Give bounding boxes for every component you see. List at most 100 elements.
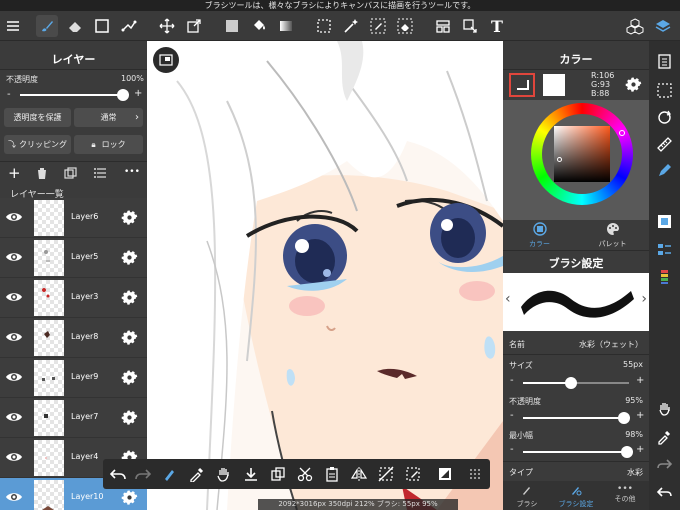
- layer-row[interactable]: Layer5: [0, 238, 147, 278]
- color-settings-gear-icon[interactable]: [625, 76, 642, 93]
- layer-row[interactable]: Layer3: [0, 278, 147, 318]
- layer-row[interactable]: Layer9: [0, 358, 147, 398]
- magic-wand-icon[interactable]: [340, 15, 362, 37]
- add-layer-icon[interactable]: +: [8, 164, 21, 182]
- menu-icon[interactable]: [2, 15, 24, 37]
- main-color-swatch[interactable]: [509, 73, 535, 97]
- size-minus-button[interactable]: -: [510, 375, 514, 386]
- visibility-eye-icon[interactable]: [5, 490, 23, 504]
- selection-grid-icon[interactable]: [654, 80, 675, 101]
- visibility-eye-icon[interactable]: [5, 410, 23, 424]
- brush-size-knob[interactable]: [564, 377, 577, 389]
- select-tool-icon[interactable]: [313, 15, 335, 37]
- tab-color[interactable]: カラー: [503, 220, 576, 248]
- layer-settings-gear-icon[interactable]: [121, 289, 138, 306]
- layer-opacity-slider[interactable]: [20, 94, 123, 96]
- more-grid-icon[interactable]: [465, 464, 485, 484]
- frame-divider-icon[interactable]: [432, 15, 454, 37]
- brush-type-value[interactable]: 水彩: [627, 467, 643, 478]
- deselect-icon[interactable]: [376, 464, 396, 484]
- eyedropper-icon[interactable]: [187, 464, 207, 484]
- layer-settings-gear-icon[interactable]: [121, 249, 138, 266]
- fill-color-icon[interactable]: [221, 15, 243, 37]
- redo-side-icon[interactable]: [654, 453, 675, 474]
- visibility-eye-icon[interactable]: [5, 290, 23, 304]
- delete-layer-icon[interactable]: [36, 167, 48, 180]
- visibility-eye-icon[interactable]: [5, 330, 23, 344]
- opacity-plus-button[interactable]: +: [636, 410, 644, 421]
- layer-settings-gear-icon[interactable]: [121, 369, 138, 386]
- layer-row[interactable]: Layer7: [0, 398, 147, 438]
- visibility-eye-icon[interactable]: [5, 370, 23, 384]
- opacity-minus-button[interactable]: -: [7, 89, 11, 100]
- gradient-tool-icon[interactable]: [275, 15, 297, 37]
- layer-opacity-knob[interactable]: [117, 89, 129, 101]
- visibility-eye-icon[interactable]: [5, 450, 23, 464]
- visibility-eye-icon[interactable]: [5, 210, 23, 224]
- min-width-minus-button[interactable]: -: [510, 444, 514, 455]
- color-picker-area[interactable]: [503, 100, 649, 220]
- layer-order-icon[interactable]: [654, 239, 675, 260]
- cut-icon[interactable]: [295, 464, 315, 484]
- layer-row[interactable]: Layer8: [0, 318, 147, 358]
- brush-opacity-knob[interactable]: [617, 412, 630, 424]
- drawing-canvas[interactable]: [147, 41, 503, 510]
- shape-tool-icon[interactable]: [118, 15, 140, 37]
- brush-stabilizer-icon[interactable]: [160, 464, 180, 484]
- tab-brush-settings[interactable]: ブラシ設定: [551, 481, 601, 510]
- brush-min-width-knob[interactable]: [620, 446, 633, 458]
- opacity-plus-button[interactable]: +: [134, 88, 142, 99]
- paste-icon[interactable]: [322, 464, 342, 484]
- brush-tool-icon[interactable]: [36, 15, 58, 37]
- move-tool-icon[interactable]: [156, 15, 178, 37]
- eraser-tool-icon[interactable]: [64, 15, 86, 37]
- rotate-icon[interactable]: [654, 107, 675, 128]
- chevron-left-icon[interactable]: ‹: [505, 291, 511, 307]
- layer-settings-gear-icon[interactable]: [121, 329, 138, 346]
- select-edit-icon[interactable]: [403, 464, 423, 484]
- undo-icon[interactable]: [108, 464, 128, 484]
- operation-tool-icon[interactable]: [459, 15, 481, 37]
- min-width-plus-button[interactable]: +: [636, 444, 644, 455]
- layer-settings-gear-icon[interactable]: [121, 489, 138, 506]
- redo-icon[interactable]: [133, 464, 153, 484]
- layer-row[interactable]: Layer6: [0, 198, 147, 238]
- hand-icon[interactable]: [654, 398, 675, 419]
- layer-list-icon[interactable]: [94, 168, 106, 179]
- tab-palette[interactable]: パレット: [576, 220, 649, 248]
- color-bars-icon[interactable]: [654, 266, 675, 287]
- transform-tool-icon[interactable]: [183, 15, 205, 37]
- layer-more-button[interactable]: •••: [124, 167, 140, 177]
- layer-settings-gear-icon[interactable]: [121, 209, 138, 226]
- duplicate-layer-icon[interactable]: [64, 167, 77, 180]
- opacity-minus-button[interactable]: -: [510, 410, 514, 421]
- rectangle-tool-icon[interactable]: [91, 15, 113, 37]
- pen-icon[interactable]: [654, 160, 675, 181]
- secondary-color-swatch[interactable]: [543, 74, 565, 96]
- download-icon[interactable]: [241, 464, 261, 484]
- invert-selection-icon[interactable]: [435, 464, 455, 484]
- ruler-icon[interactable]: [654, 134, 675, 155]
- blend-mode-button[interactable]: 通常 ›: [74, 108, 143, 127]
- bucket-tool-icon[interactable]: [248, 15, 270, 37]
- protect-alpha-button[interactable]: 透明度を保護: [4, 108, 71, 127]
- layer-settings-gear-icon[interactable]: [121, 409, 138, 426]
- brush-name-value[interactable]: 水彩（ウェット）: [579, 339, 643, 350]
- chevron-right-icon[interactable]: ›: [641, 291, 647, 307]
- layers-icon[interactable]: [652, 15, 674, 37]
- clipping-button[interactable]: ⤵ クリッピング: [4, 135, 71, 154]
- undo-side-icon[interactable]: [654, 481, 675, 502]
- material-icon[interactable]: [624, 15, 646, 37]
- eyedropper-side-icon[interactable]: [654, 426, 675, 447]
- size-plus-button[interactable]: +: [636, 375, 644, 386]
- saturation-value-square[interactable]: [554, 126, 610, 182]
- tab-brush[interactable]: ブラシ: [503, 481, 551, 510]
- hand-tool-icon[interactable]: [214, 464, 234, 484]
- copy-icon[interactable]: [268, 464, 288, 484]
- screen-mode-button[interactable]: [153, 47, 179, 73]
- visibility-eye-icon[interactable]: [5, 250, 23, 264]
- select-eraser-icon[interactable]: [394, 15, 416, 37]
- flip-icon[interactable]: [349, 464, 369, 484]
- lock-button[interactable]: 🔒︎ ロック: [74, 135, 143, 154]
- text-tool-icon[interactable]: T: [486, 15, 508, 37]
